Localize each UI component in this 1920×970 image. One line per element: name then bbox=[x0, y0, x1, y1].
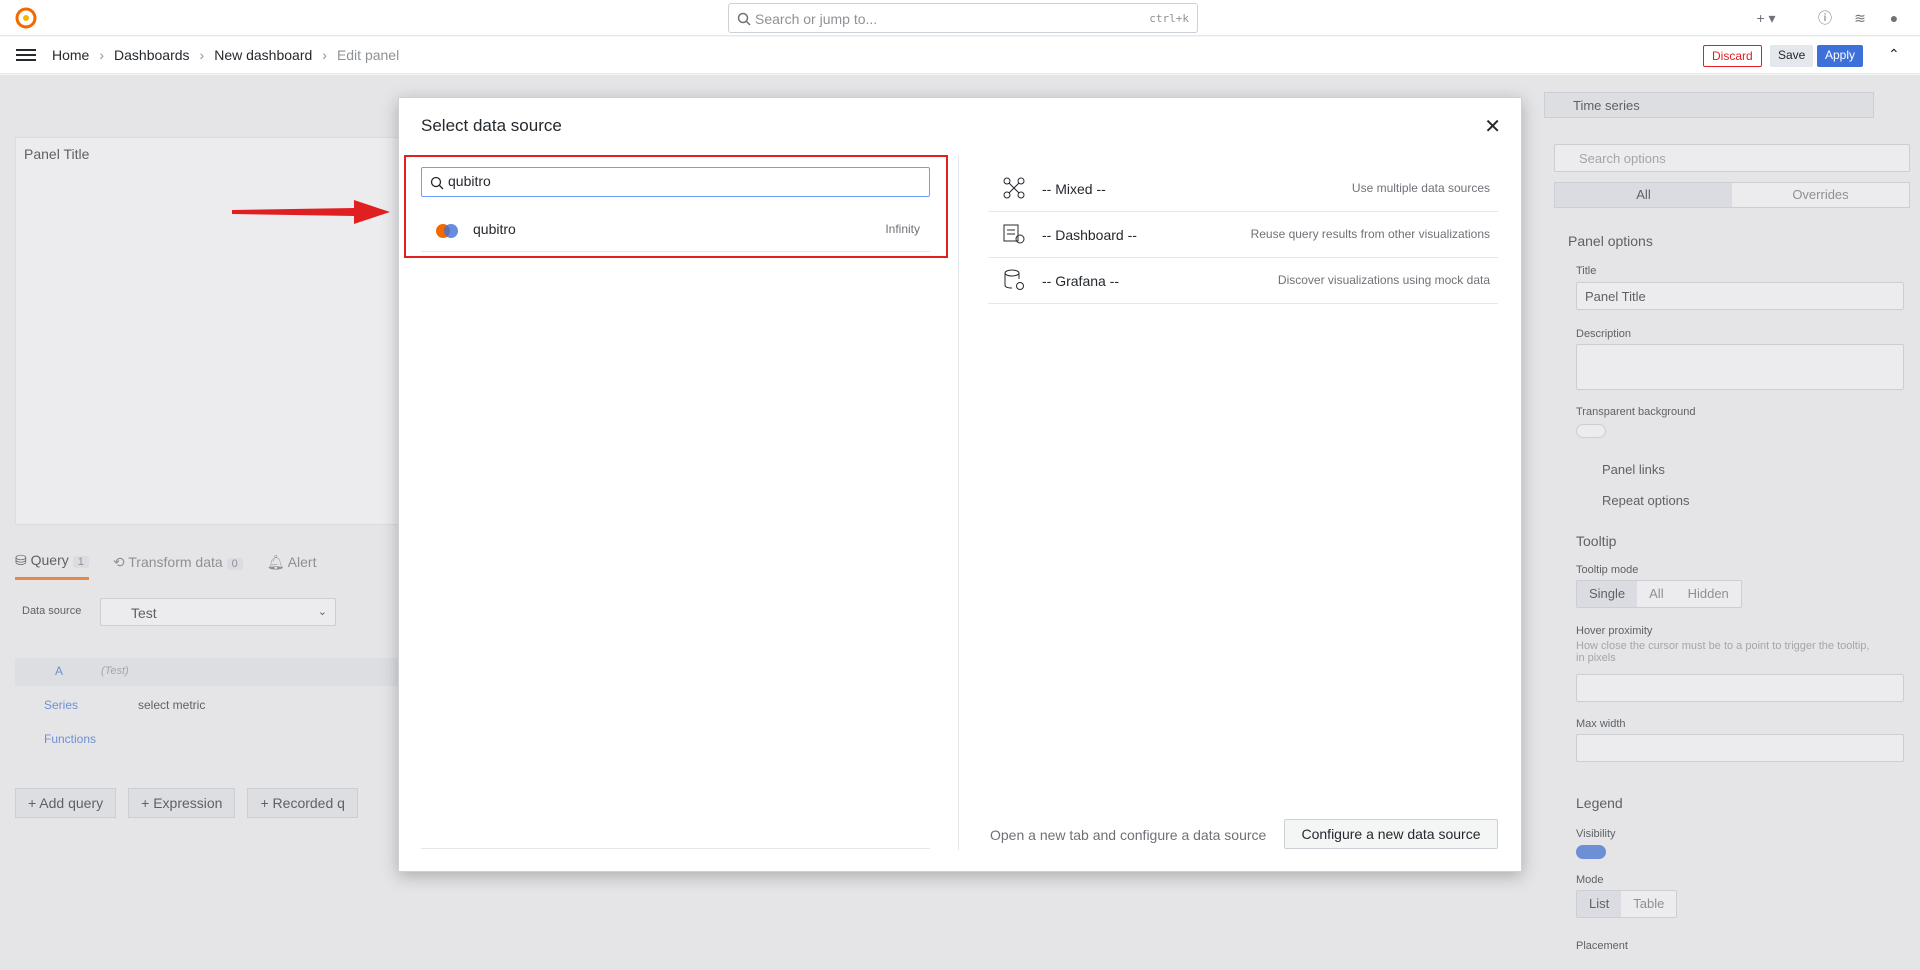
apply-button[interactable]: Apply bbox=[1817, 45, 1864, 67]
plus-icon[interactable]: + ▾ bbox=[1756, 8, 1776, 28]
builtin-dashboard-desc: Reuse query results from other visualiza… bbox=[1250, 227, 1490, 241]
breadcrumb-new-dashboard[interactable]: New dashboard bbox=[214, 47, 312, 63]
builtin-grafana-desc: Discover visualizations using mock data bbox=[1277, 273, 1490, 287]
builtin-dashboard[interactable]: -- Dashboard -- Reuse query results from… bbox=[988, 212, 1498, 258]
breadcrumb-home[interactable]: Home bbox=[52, 47, 89, 63]
annotation-arrow-icon bbox=[232, 200, 390, 224]
search-placeholder: Search or jump to... bbox=[755, 11, 878, 27]
discard-button[interactable]: Discard bbox=[1703, 45, 1762, 67]
list-bottom-divider bbox=[421, 848, 930, 849]
avatar[interactable]: ● bbox=[1884, 8, 1904, 28]
builtin-dashboard-name: -- Dashboard -- bbox=[1042, 227, 1137, 243]
global-search-input[interactable]: Search or jump to... ctrl+k bbox=[728, 3, 1198, 33]
breadcrumb: Home › Dashboards › New dashboard › Edit pa… bbox=[52, 47, 399, 63]
help-icon[interactable]: ⓘ bbox=[1815, 8, 1835, 28]
grafana-logo-icon[interactable] bbox=[14, 6, 38, 30]
search-shortcut: ctrl+k bbox=[1149, 12, 1189, 25]
builtin-grafana-name: -- Grafana -- bbox=[1042, 273, 1120, 289]
search-icon bbox=[737, 12, 751, 26]
grafana-db-icon bbox=[1004, 269, 1024, 290]
save-button[interactable]: Save bbox=[1770, 45, 1814, 67]
menu-icon[interactable] bbox=[16, 48, 36, 62]
builtin-mixed-name: -- Mixed -- bbox=[1042, 181, 1106, 197]
breadcrumb-dashboards[interactable]: Dashboards bbox=[114, 47, 190, 63]
collapse-icon[interactable]: ⌃ bbox=[1888, 46, 1900, 63]
close-icon[interactable]: ✕ bbox=[1484, 114, 1501, 139]
builtin-grafana[interactable]: -- Grafana -- Discover visualizations us… bbox=[988, 258, 1498, 304]
dashboard-icon bbox=[1003, 224, 1025, 244]
news-icon[interactable]: ≋ bbox=[1850, 8, 1870, 28]
breadcrumb-edit-panel: Edit panel bbox=[336, 47, 400, 63]
chevron-right-icon: › bbox=[199, 47, 205, 63]
builtin-mixed-desc: Use multiple data sources bbox=[1351, 181, 1490, 195]
chevron-right-icon: › bbox=[322, 47, 327, 63]
chevron-right-icon: › bbox=[99, 47, 105, 63]
modal-title: Select data source bbox=[421, 116, 562, 135]
builtin-mixed[interactable]: -- Mixed -- Use multiple data sources bbox=[988, 166, 1498, 212]
mixed-icon bbox=[1003, 177, 1025, 199]
configure-datasource-button[interactable]: Configure a new data source bbox=[1284, 819, 1498, 849]
highlight-box bbox=[404, 155, 948, 258]
configure-text: Open a new tab and configure a data sour… bbox=[990, 827, 1267, 843]
modal-column-divider bbox=[958, 155, 959, 850]
